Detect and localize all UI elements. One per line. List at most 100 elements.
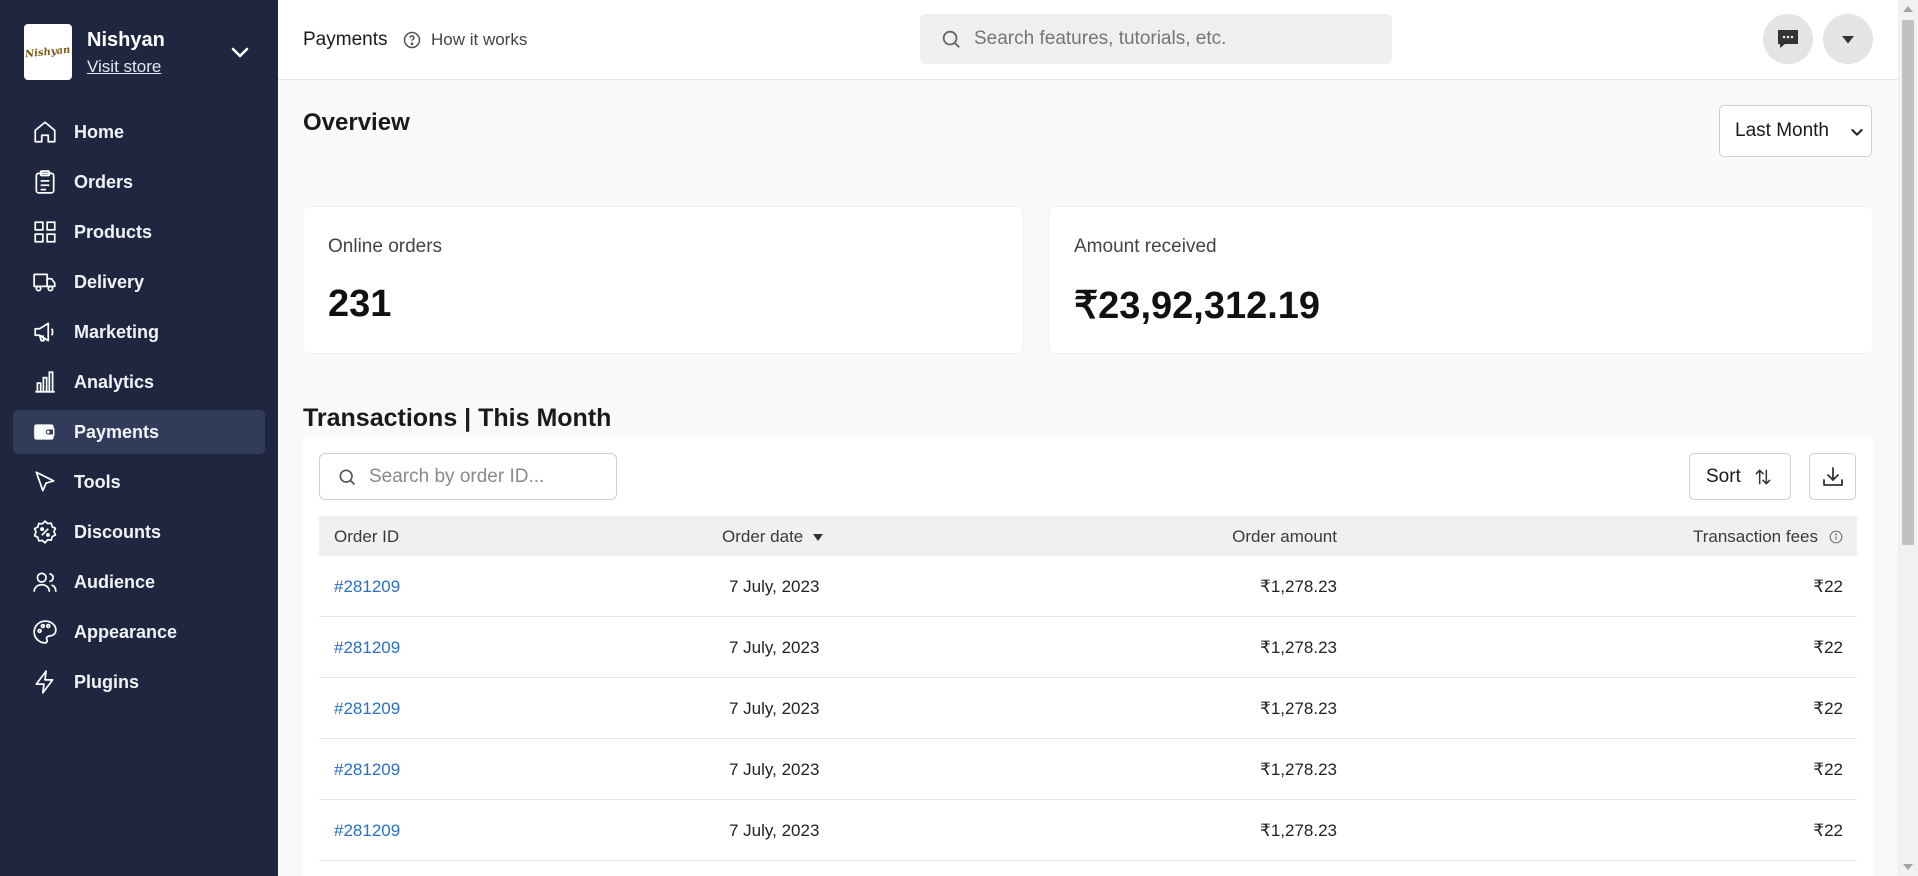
transaction-fees: ₹22 <box>1813 577 1843 596</box>
sidebar-item-products[interactable]: Products <box>13 210 265 254</box>
sidebar-item-label: Plugins <box>74 671 140 692</box>
chat-icon <box>1778 30 1798 48</box>
page-scrollbar[interactable] <box>1898 0 1918 876</box>
store-switcher: Nishyan Nishyan Visit store <box>0 0 278 104</box>
transaction-fees: ₹22 <box>1813 638 1843 657</box>
sidebar-item-label: Analytics <box>74 371 155 392</box>
how-it-works-label: How it works <box>431 30 528 49</box>
column-header-order-date[interactable]: Order date <box>722 527 824 547</box>
sort-desc-icon <box>813 533 824 541</box>
transaction-fees: ₹22 <box>1813 760 1843 779</box>
search-input[interactable] <box>974 28 1374 50</box>
column-header-order-id: Order ID <box>334 527 400 546</box>
order-id-link[interactable]: #281209 <box>334 821 400 841</box>
how-it-works-link[interactable]: How it works <box>403 30 527 50</box>
global-search <box>920 14 1392 64</box>
order-search-input[interactable] <box>369 465 609 488</box>
bar-chart-icon <box>35 371 55 393</box>
sidebar-item-audience[interactable]: Audience <box>13 560 265 604</box>
order-id-link[interactable]: #281209 <box>334 760 400 780</box>
chevron-down-icon <box>1851 129 1863 136</box>
bolt-icon <box>35 670 54 694</box>
transactions-table-body: #281209 7 July, 2023 ₹1,278.23 ₹22 #2812… <box>319 556 1857 861</box>
card-label: Online orders <box>328 236 443 257</box>
download-button[interactable] <box>1809 453 1856 500</box>
date-range-select[interactable]: Last Month <box>1719 105 1872 157</box>
order-amount: ₹1,278.23 <box>1260 577 1337 596</box>
palette-icon <box>33 620 57 644</box>
table-row: #281209 7 July, 2023 ₹1,278.23 ₹22 <box>319 800 1857 861</box>
sidebar-item-label: Discounts <box>74 521 162 542</box>
transaction-fees: ₹22 <box>1813 699 1843 718</box>
main-content: Overview Last Month Online orders 231 Am… <box>278 81 1898 876</box>
scroll-down-arrow-icon[interactable] <box>1903 864 1913 870</box>
order-id-link[interactable]: #281209 <box>334 699 400 719</box>
sidebar-item-plugins[interactable]: Plugins <box>13 660 265 704</box>
order-date: 7 July, 2023 <box>729 760 820 779</box>
download-icon <box>1822 466 1843 486</box>
card-value: 231 <box>328 283 392 325</box>
sidebar-item-label: Marketing <box>74 321 160 342</box>
sidebar-item-label: Delivery <box>74 271 145 292</box>
table-header: Order ID Order date Order amount Transac… <box>319 516 1857 556</box>
sidebar-item-tools[interactable]: Tools <box>13 460 265 504</box>
sidebar-item-marketing[interactable]: Marketing <box>13 310 265 354</box>
search-icon <box>942 30 960 48</box>
sidebar-item-delivery[interactable]: Delivery <box>13 260 265 304</box>
sidebar-item-analytics[interactable]: Analytics <box>13 360 265 404</box>
search-icon <box>339 469 356 485</box>
sidebar-item-label: Tools <box>74 471 121 492</box>
visit-store-link[interactable]: Visit store <box>87 57 165 77</box>
info-icon[interactable] <box>1829 530 1843 544</box>
feedback-button[interactable] <box>1763 14 1813 64</box>
chevron-down-icon[interactable] <box>228 40 252 64</box>
page-title: Payments <box>303 29 388 50</box>
sidebar-item-orders[interactable]: Orders <box>13 160 265 204</box>
users-icon <box>33 572 57 592</box>
orders-icon <box>35 170 55 194</box>
caret-down-icon <box>1842 36 1854 44</box>
sidebar-nav: Home Orders Products Delivery Marketing … <box>0 110 278 704</box>
sidebar-item-label: Audience <box>74 571 156 592</box>
order-search <box>319 453 617 500</box>
sidebar-item-label: Products <box>74 221 153 242</box>
home-icon <box>34 121 56 143</box>
order-amount: ₹1,278.23 <box>1260 638 1337 657</box>
column-header-order-amount: Order amount <box>1232 527 1337 546</box>
order-date: 7 July, 2023 <box>729 638 820 657</box>
date-range-value: Last Month <box>1735 120 1829 141</box>
column-header-label: Order date <box>722 527 804 546</box>
sidebar-item-discounts[interactable]: Discounts <box>13 510 265 554</box>
order-amount: ₹1,278.23 <box>1260 821 1337 840</box>
sidebar-item-appearance[interactable]: Appearance <box>13 610 265 654</box>
column-header-transaction-fees: Transaction fees <box>1693 527 1843 547</box>
sidebar-item-home[interactable]: Home <box>13 110 265 154</box>
sidebar-item-label: Payments <box>74 421 160 442</box>
store-logo: Nishyan <box>24 24 72 80</box>
scroll-up-arrow-icon[interactable] <box>1903 6 1913 12</box>
sort-button[interactable]: Sort <box>1689 453 1791 500</box>
megaphone-icon <box>34 322 54 342</box>
grid-icon <box>34 221 56 243</box>
overview-title: Overview <box>303 109 410 136</box>
order-id-link[interactable]: #281209 <box>334 638 400 658</box>
card-value: ₹23,92,312.19 <box>1074 285 1321 327</box>
sidebar-item-payments[interactable]: Payments <box>13 410 265 454</box>
sidebar: Nishyan Nishyan Visit store Home Orders … <box>0 0 278 876</box>
top-bar: Payments How it works <box>278 0 1898 80</box>
order-date: 7 July, 2023 <box>729 699 820 718</box>
column-header-label: Transaction fees <box>1692 527 1818 546</box>
order-date: 7 July, 2023 <box>729 577 820 596</box>
table-row: #281209 7 July, 2023 ₹1,278.23 ₹22 <box>319 617 1857 678</box>
account-menu-button[interactable] <box>1823 14 1873 64</box>
order-date: 7 July, 2023 <box>729 821 820 840</box>
help-circle-icon <box>403 31 421 49</box>
order-id-link[interactable]: #281209 <box>334 577 400 597</box>
discount-icon <box>33 520 57 544</box>
scrollbar-thumb[interactable] <box>1902 20 1914 545</box>
transactions-panel: Sort Order ID Order date Order amount Tr… <box>303 437 1873 876</box>
amount-received-card: Amount received ₹23,92,312.19 <box>1049 207 1873 353</box>
table-row: #281209 7 July, 2023 ₹1,278.23 ₹22 <box>319 556 1857 617</box>
cursor-icon <box>35 471 55 492</box>
order-amount: ₹1,278.23 <box>1260 760 1337 779</box>
